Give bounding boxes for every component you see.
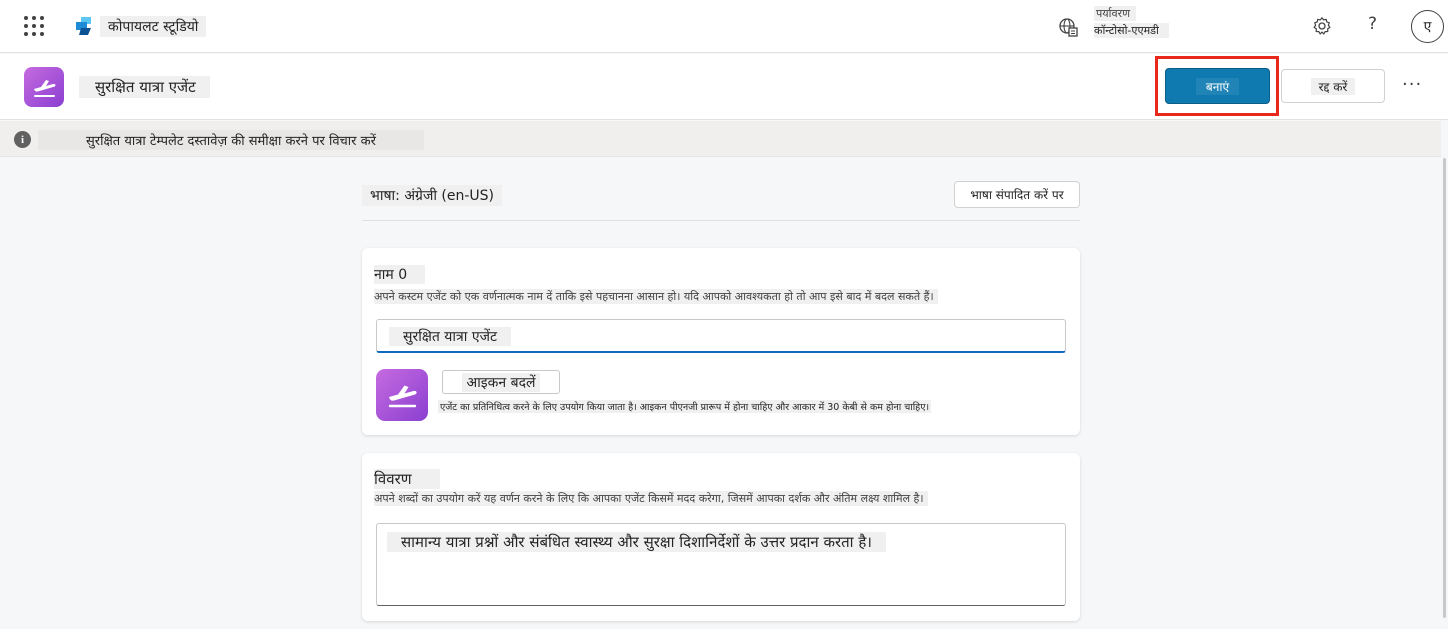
- agent-title-bar: सुरक्षित यात्रा एजेंट बनाएं रद्द करें ··…: [0, 54, 1448, 120]
- change-icon-button[interactable]: आइकन बदलें: [442, 370, 560, 394]
- cancel-button-label: रद्द करें: [1310, 77, 1356, 95]
- name-help-text: अपने कस्टम एजेंट को एक वर्णनात्मक नाम दे…: [374, 289, 938, 304]
- cancel-button[interactable]: रद्द करें: [1281, 69, 1385, 103]
- copilot-studio-logo[interactable]: [73, 15, 95, 37]
- app-name[interactable]: कोपायलट स्टूडियो: [100, 16, 207, 37]
- create-button-label: बनाएं: [1195, 77, 1240, 95]
- language-label: भाषा: अंग्रेजी (en-US): [362, 185, 503, 206]
- icon-help-text: एजेंट का प्रतिनिधित्व करने के लिए उपयोग …: [438, 400, 932, 413]
- description-value: सामान्य यात्रा प्रश्नों और संबंधित स्वास…: [387, 532, 886, 552]
- create-button[interactable]: बनाएं: [1165, 68, 1270, 104]
- scrollbar-thumb[interactable]: [1443, 158, 1446, 618]
- description-label: विवरण: [374, 469, 440, 489]
- banner-text: सुरक्षित यात्रा टेम्पलेट दस्तावेज़ की सम…: [38, 130, 424, 150]
- name-label: नाम 0: [374, 265, 426, 284]
- gear-icon[interactable]: [1312, 16, 1332, 36]
- info-banner: i सुरक्षित यात्रा टेम्पलेट दस्तावेज़ की …: [0, 121, 1448, 157]
- change-icon-label: आइकन बदलें: [462, 372, 540, 392]
- avatar[interactable]: ए: [1411, 10, 1444, 43]
- info-icon: i: [14, 131, 31, 148]
- help-icon[interactable]: ?: [1368, 14, 1377, 34]
- name-input[interactable]: सुरक्षित यात्रा एजेंट: [376, 319, 1066, 353]
- name-card: नाम 0 अपने कस्टम एजेंट को एक वर्णनात्मक …: [362, 248, 1080, 435]
- environment-label: पर्यावरण: [1094, 6, 1137, 21]
- description-help-text: अपने शब्दों का उपयोग करें यह वर्णन करने …: [374, 491, 928, 506]
- environment-value[interactable]: कॉन्टोसो-एएमडी: [1094, 23, 1169, 38]
- agent-icon-preview: [376, 369, 428, 421]
- more-options-icon[interactable]: ···: [1402, 74, 1422, 95]
- edit-language-button[interactable]: भाषा संपादित करें पर: [954, 181, 1080, 208]
- globe-building-icon[interactable]: [1058, 17, 1078, 37]
- agent-title: सुरक्षित यात्रा एजेंट: [79, 76, 210, 98]
- airplane-departure-icon: [24, 67, 64, 107]
- description-card: विवरण अपने शब्दों का उपयोग करें यह वर्णन…: [362, 453, 1080, 621]
- description-textarea[interactable]: सामान्य यात्रा प्रश्नों और संबंधित स्वास…: [376, 523, 1066, 606]
- name-input-value: सुरक्षित यात्रा एजेंट: [389, 327, 512, 346]
- divider: [362, 220, 1080, 221]
- app-launcher-icon[interactable]: [24, 16, 44, 36]
- top-app-bar: कोपायलट स्टूडियो पर्यावरण कॉन्टोसो-एएमडी…: [0, 0, 1448, 53]
